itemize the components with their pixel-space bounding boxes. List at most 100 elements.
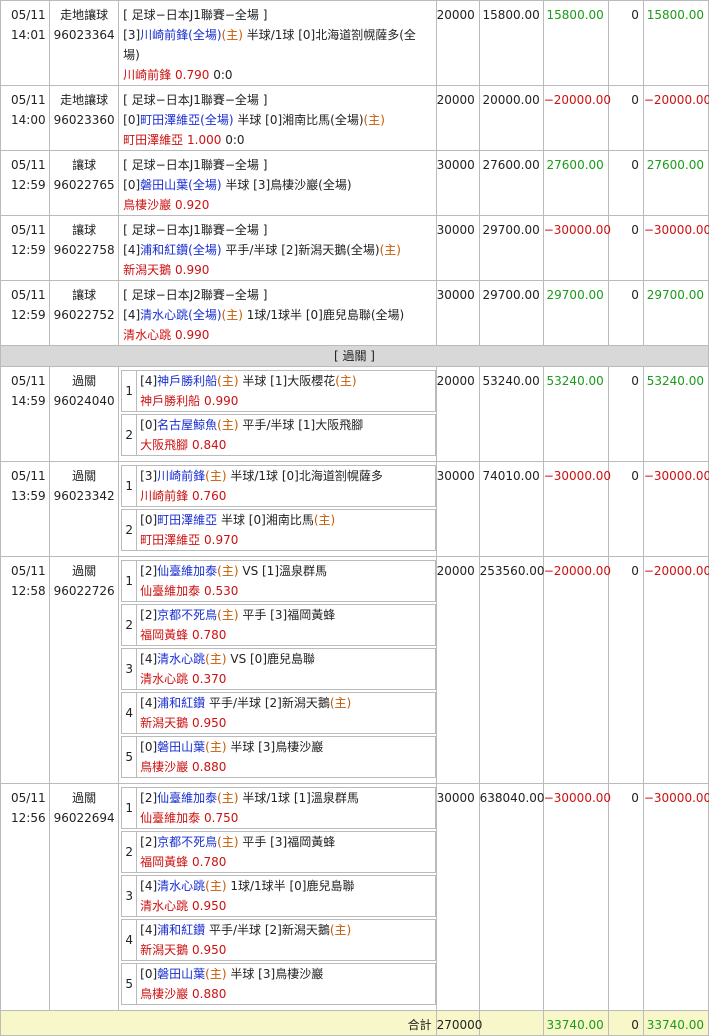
team-away: 湘南比馬(全場) — [282, 113, 364, 127]
parlay-leg: 5 [0]磐田山葉(主) 半球 [3]鳥棲沙巖 鳥棲沙巖 0.880 — [121, 963, 436, 1005]
handicap-prefix: [4] — [140, 374, 158, 388]
handicap-line: 平手 [3] — [238, 608, 288, 622]
parlay-leg: 2 [0]町田澤維亞 半球 [0]湘南比馬(主) 町田澤維亞 0.970 — [121, 509, 436, 551]
bet-net: 29700.00 — [642, 280, 709, 346]
bet-net: 15800.00 — [642, 0, 709, 86]
bet-type-id: 走地讓球 96023360 — [49, 85, 120, 151]
team-away: 新潟天鵝 — [281, 696, 330, 710]
handicap-line: VS [0] — [226, 652, 267, 666]
pick-team: 新潟天鵝 — [140, 943, 189, 957]
bet-time: 12:59 — [11, 178, 46, 192]
team-home: 川崎前鋒(全場) — [140, 28, 222, 42]
bet-commission: 0 — [607, 0, 644, 86]
bet-amount: 20000 — [435, 366, 480, 462]
team-home: 町田澤維亞(全場) — [140, 113, 234, 127]
handicap-line: 平手 [3] — [238, 835, 288, 849]
bet-id: 96022765 — [53, 178, 115, 192]
handicap-prefix: [0] — [123, 113, 141, 127]
bet-time: 14:59 — [11, 394, 46, 408]
bet-id: 96022694 — [53, 811, 115, 825]
bet-row[interactable]: 05/11 14:01 走地讓球 96023364 [ 足球−日本J1聯賽−全場 ] [3… — [0, 0, 709, 86]
handicap-line: 半球 [0] — [233, 113, 283, 127]
pick-team: 鳥棲沙巖 — [123, 198, 172, 212]
bet-row[interactable]: 05/11 12:59 讓球 96022758 [ 足球−日本J1聯賽−全場 ] [4]浦… — [0, 215, 709, 281]
leg-detail: [3]川崎前鋒(主) 半球/1球 [0]北海道劄幌薩多 川崎前鋒 0.760 — [137, 466, 385, 506]
leg-number: 2 — [122, 605, 138, 645]
total-winnable — [478, 1010, 544, 1036]
team-away: 鹿兒島聯 — [267, 652, 316, 666]
leg-detail: [4]浦和紅鑽 平手/半球 [2]新潟天鵝(主) 新潟天鵝 0.950 — [137, 920, 353, 960]
bet-net: 27600.00 — [642, 150, 709, 216]
total-commission: 0 — [607, 1010, 644, 1036]
bet-winnable: 29700.00 — [478, 280, 544, 346]
bet-date: 05/11 — [11, 8, 46, 22]
pick-team: 川崎前鋒 — [123, 68, 172, 82]
league-name: [ 足球−日本J1聯賽−全場 ] — [123, 8, 268, 22]
bet-net: 53240.00 — [642, 366, 709, 462]
pick-odds: 0.990 — [175, 263, 210, 277]
team-away: 大阪櫻花 — [287, 374, 336, 388]
bet-type-id: 讓球 96022752 — [49, 280, 120, 346]
bet-type: 讓球 — [72, 288, 97, 302]
team-away: 鳥棲沙巖 — [275, 967, 324, 981]
bet-datetime: 05/11 12:59 — [0, 215, 51, 281]
bet-datetime: 05/11 14:01 — [0, 0, 51, 86]
pick-team: 鳥棲沙巖 — [140, 760, 189, 774]
bet-id: 96023342 — [53, 489, 115, 503]
pick-odds: 0.990 — [175, 328, 210, 342]
bet-row[interactable]: 05/11 12:59 讓球 96022752[ 足球−日本J2聯賽−全場 ] [4]清… — [0, 280, 709, 346]
bet-row[interactable]: 05/11 14:00 走地讓球 96023360 [ 足球−日本J1聯賽−全場 ] [0… — [0, 85, 709, 151]
pick-team: 福岡黃蜂 — [140, 628, 189, 642]
handicap-line: 半球 [3] — [221, 178, 271, 192]
leg-number: 2 — [122, 415, 138, 455]
leg-detail: [0]名古屋鯨魚(主) 平手/半球 [1]大阪飛腳 大阪飛腳 0.840 — [137, 415, 365, 455]
team-away: 福岡黃蜂 — [287, 835, 336, 849]
bet-amount: 30000 — [435, 461, 480, 557]
bet-result: 29700.00 — [542, 280, 609, 346]
parlay-row[interactable]: 05/11 13:59 過關 96023342 1 [3]川崎前鋒(主) 半球/1球 [0… — [0, 461, 709, 557]
total-net: 33740.00 — [642, 1010, 709, 1036]
bet-detail: [ 足球−日本J1聯賽−全場 ] [3]川崎前鋒(全場)(主) 半球/1球 [0]… — [118, 0, 437, 86]
pick-odds: 0.950 — [192, 899, 227, 913]
parlay-leg: 1 [4]神戶勝利船(主) 半球 [1]大阪櫻花(主) 神戶勝利船 0.990 — [121, 370, 436, 412]
bet-time: 12:56 — [11, 811, 46, 825]
bet-result: 53240.00 — [542, 366, 609, 462]
bet-winnable: 29700.00 — [478, 215, 544, 281]
bet-date: 05/11 — [11, 564, 46, 578]
bet-datetime: 05/11 14:59 — [0, 366, 51, 462]
parlay-row[interactable]: 05/11 12:58 過關 96022726 1 [2]仙臺維加泰(主) VS [1]溫… — [0, 556, 709, 784]
home-marker: (主) — [335, 374, 357, 388]
bet-row[interactable]: 05/11 12:59 讓球 96022765 [ 足球−日本J1聯賽−全場 ] [0]磐… — [0, 150, 709, 216]
total-amount: 270000 — [435, 1010, 482, 1036]
bet-result: 15800.00 — [542, 0, 609, 86]
leg-number: 2 — [122, 832, 138, 872]
bet-date: 05/11 — [11, 288, 46, 302]
bet-type: 讓球 — [72, 223, 97, 237]
bet-id: 96023360 — [53, 113, 115, 127]
parlay-row[interactable]: 05/11 12:56 過關 96022694 1 [2]仙臺維加泰(主) 半球/1球 [… — [0, 783, 709, 1011]
bet-result: −20000.00 — [542, 556, 611, 784]
bet-detail: [ 足球−日本J1聯賽−全場 ] [0]磐田山葉(全場) 半球 [3]鳥棲沙巖(全… — [118, 150, 437, 216]
leg-detail: [4]浦和紅鑽 平手/半球 [2]新潟天鵝(主) 新潟天鵝 0.950 — [137, 693, 353, 733]
pick-team: 大阪飛腳 — [140, 438, 189, 452]
bet-type: 過關 — [72, 469, 97, 483]
live-score: 0:0 — [225, 133, 245, 147]
bet-type-id: 走地讓球 96023364 — [49, 0, 120, 86]
handicap-line: 平手/半球 [2] — [205, 923, 282, 937]
team-home: 町田澤維亞 — [157, 513, 218, 527]
pick-odds: 1.000 — [187, 133, 222, 147]
home-marker: (主) — [205, 652, 227, 666]
bet-date: 05/11 — [11, 158, 46, 172]
bet-history-table: 05/11 14:01 走地讓球 96023364 [ 足球−日本J1聯賽−全場 ] [3… — [0, 0, 709, 1036]
parlay-leg: 1 [2]仙臺維加泰(主) 半球/1球 [1]溫泉群馬 仙臺維加泰 0.750 — [121, 787, 436, 829]
handicap-line: 平手/半球 [1] — [238, 418, 316, 432]
parlay-row[interactable]: 05/11 14:59 過關 96024040 1 [4]神戶勝利船(主) 半球 [1]大… — [0, 366, 709, 462]
bet-net: −20000.00 — [642, 556, 709, 784]
bet-result: −30000.00 — [542, 215, 611, 281]
home-marker: (主) — [217, 374, 239, 388]
bet-winnable: 15800.00 — [478, 0, 544, 86]
bet-commission: 0 — [607, 556, 644, 784]
bet-id: 96022758 — [53, 243, 115, 257]
handicap-prefix: [0] — [140, 967, 158, 981]
bet-net: −20000.00 — [642, 85, 709, 151]
